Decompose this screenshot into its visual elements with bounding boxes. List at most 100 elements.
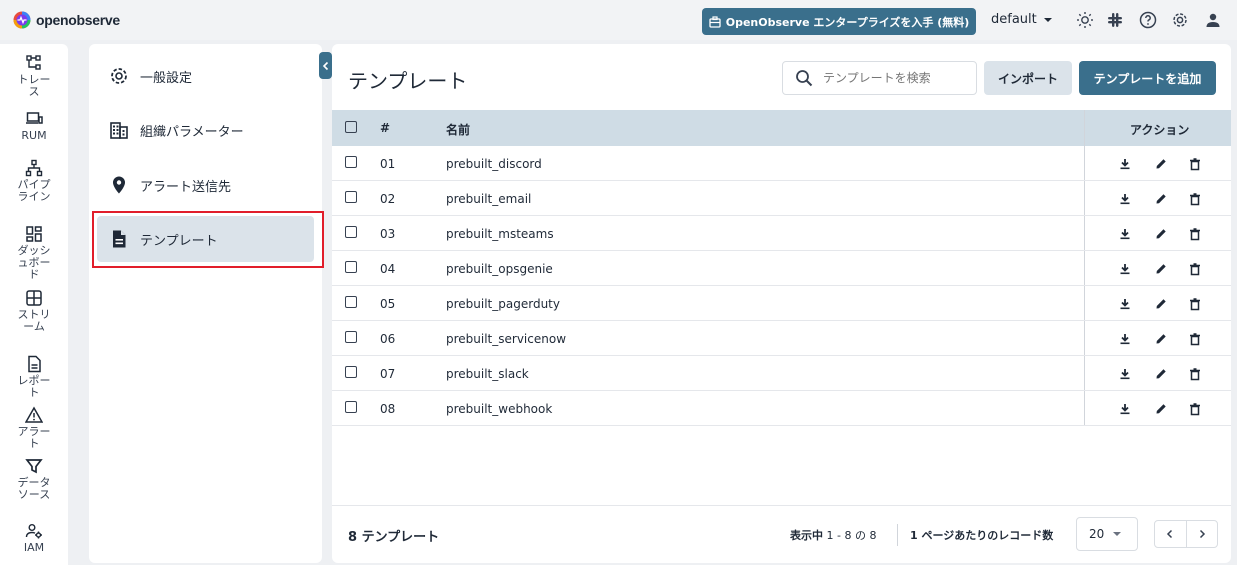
row-checkbox[interactable] [345, 366, 357, 378]
download-icon [1120, 369, 1130, 380]
nav-item-dashboards[interactable]: ダッシュボード [0, 225, 68, 281]
delete-button[interactable] [1188, 262, 1202, 276]
row-checkbox[interactable] [345, 261, 357, 273]
settings-item-label: テンプレート [140, 233, 218, 249]
download-button[interactable] [1118, 192, 1132, 206]
settings-item-templates[interactable]: テンプレート [97, 216, 314, 262]
gear-icon [1173, 13, 1187, 27]
row-number: 02 [380, 192, 396, 206]
row-checkbox[interactable] [345, 191, 357, 203]
settings-item-label: アラート送信先 [140, 179, 232, 195]
records-per-page-label: 1 ページあたりのレコード数 [910, 529, 1054, 542]
nav-item-iam[interactable]: IAM [0, 522, 68, 554]
nav-item-datasources[interactable]: データソース [0, 457, 68, 501]
edit-button[interactable] [1154, 157, 1168, 171]
delete-button[interactable] [1188, 332, 1202, 346]
table-footer: 8 テンプレート 表示中 1 - 8 の 8 1 ページあたりのレコード数 20 [332, 505, 1231, 563]
collapse-menu-button[interactable] [319, 52, 332, 79]
settings-item-alert-destinations[interactable]: アラート送信先 [97, 162, 314, 208]
row-checkbox[interactable] [345, 331, 357, 343]
delete-button[interactable] [1188, 402, 1202, 416]
download-button[interactable] [1118, 332, 1132, 346]
download-button[interactable] [1118, 402, 1132, 416]
download-button[interactable] [1118, 227, 1132, 241]
row-number: 04 [380, 262, 396, 276]
prev-page-button[interactable] [1155, 521, 1186, 547]
pencil-icon [1156, 264, 1166, 274]
delete-button[interactable] [1188, 157, 1202, 171]
user-menu-button[interactable] [1204, 11, 1222, 29]
trash-icon [1190, 262, 1200, 275]
nav-item-streams[interactable]: ストリーム [0, 289, 68, 333]
alert-icon [25, 406, 43, 423]
edit-button[interactable] [1154, 297, 1168, 311]
settings-button[interactable] [1171, 11, 1189, 29]
templates-table: # 名前 アクション 01 prebuilt_discord 02 prebui… [332, 110, 1231, 426]
row-checkbox[interactable] [345, 401, 357, 413]
download-icon [1120, 334, 1130, 345]
row-checkbox[interactable] [345, 156, 357, 168]
sun-icon [1077, 12, 1093, 28]
edit-button[interactable] [1154, 332, 1168, 346]
download-button[interactable] [1118, 297, 1132, 311]
download-button[interactable] [1118, 262, 1132, 276]
row-number: 06 [380, 332, 396, 346]
pipeline-icon [25, 159, 43, 177]
search-input[interactable] [823, 71, 963, 85]
org-select[interactable]: default [991, 12, 1053, 27]
iam-icon [25, 524, 42, 539]
delete-button[interactable] [1188, 297, 1202, 311]
column-header-name[interactable]: 名前 [446, 121, 470, 138]
nav-item-rum[interactable]: RUM [0, 110, 68, 142]
nav-item-pipeline[interactable]: パイプライン [0, 159, 68, 203]
slack-button[interactable] [1106, 11, 1124, 29]
row-number: 05 [380, 297, 396, 311]
download-button[interactable] [1118, 367, 1132, 381]
get-enterprise-button[interactable]: OpenObserve エンタープライズを入手 (無料) [702, 8, 976, 35]
edit-button[interactable] [1154, 262, 1168, 276]
nav-item-reports[interactable]: レポート [0, 355, 68, 399]
row-number: 01 [380, 157, 396, 171]
row-checkbox[interactable] [345, 296, 357, 308]
pencil-icon [1156, 194, 1166, 204]
settings-item-general[interactable]: 一般設定 [97, 53, 314, 99]
datasource-icon [25, 459, 43, 474]
template-count: 8 テンプレート [348, 530, 440, 545]
edit-button[interactable] [1154, 367, 1168, 381]
search-box[interactable] [782, 61, 977, 95]
theme-toggle-button[interactable] [1076, 11, 1094, 29]
delete-button[interactable] [1188, 227, 1202, 241]
row-checkbox[interactable] [345, 226, 357, 238]
edit-button[interactable] [1154, 402, 1168, 416]
select-all-checkbox[interactable] [345, 121, 357, 133]
nav-item-alerts[interactable]: アラート [0, 406, 68, 450]
edit-button[interactable] [1154, 192, 1168, 206]
help-button[interactable] [1139, 11, 1157, 29]
templates-panel: テンプレート インポート テンプレートを追加 # 名前 アクション 01 pre… [332, 44, 1231, 563]
document-icon [113, 230, 126, 248]
add-template-button[interactable]: テンプレートを追加 [1079, 61, 1216, 95]
nav-label: レポート [17, 374, 51, 399]
building-icon [709, 15, 721, 28]
nav-label: ストリーム [17, 308, 51, 333]
next-page-button[interactable] [1185, 521, 1217, 547]
logo-text: openobserve [36, 12, 120, 28]
column-divider [1084, 251, 1085, 285]
import-button[interactable]: インポート [984, 61, 1072, 95]
records-per-page-select[interactable]: 20 [1076, 517, 1138, 551]
delete-button[interactable] [1188, 367, 1202, 381]
trash-icon [1190, 367, 1200, 380]
edit-button[interactable] [1154, 227, 1168, 241]
table-row: 02 prebuilt_email [332, 181, 1231, 216]
table-row: 03 prebuilt_msteams [332, 216, 1231, 251]
delete-button[interactable] [1188, 192, 1202, 206]
table-row: 05 prebuilt_pagerduty [332, 286, 1231, 321]
column-divider [1084, 391, 1085, 425]
row-number: 07 [380, 367, 396, 381]
settings-item-org-params[interactable]: 組織パラメーター [97, 107, 314, 153]
nav-label: ダッシュボード [17, 244, 51, 281]
logo[interactable]: openobserve [13, 11, 120, 29]
pagination [1154, 520, 1218, 548]
nav-item-traces[interactable]: トレース [0, 54, 68, 98]
download-button[interactable] [1118, 157, 1132, 171]
